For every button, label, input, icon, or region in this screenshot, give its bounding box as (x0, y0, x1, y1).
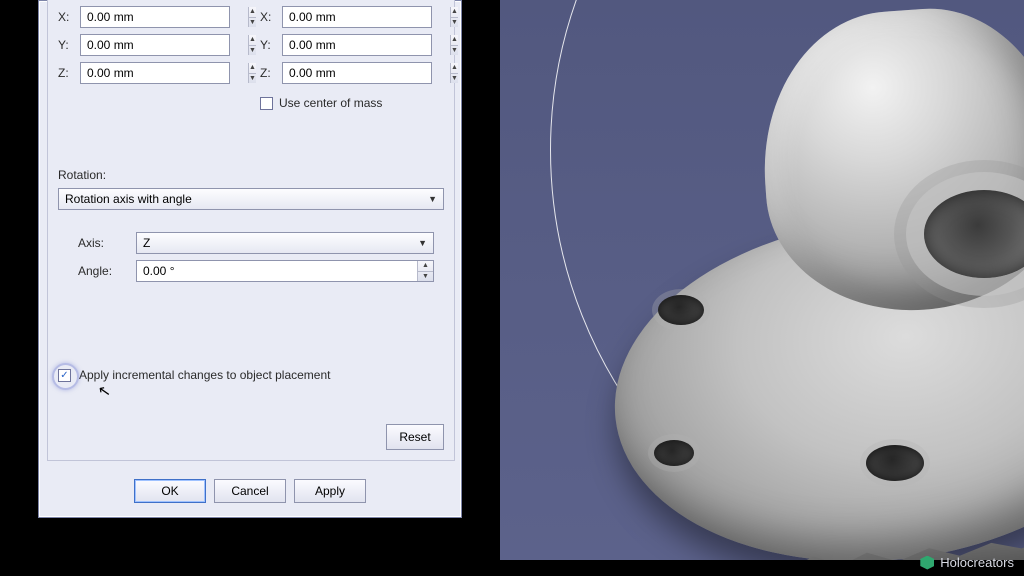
spin-down-icon[interactable]: ▼ (249, 18, 256, 28)
translation-col-left: X: ▲▼ Y: ▲▼ Z: (58, 6, 230, 110)
z-label: Z: (58, 66, 74, 80)
y-label: Y: (58, 38, 74, 52)
cancel-button[interactable]: Cancel (214, 479, 286, 503)
chevron-down-icon: ▼ (418, 238, 427, 248)
y-label: Y: (260, 38, 276, 52)
spin-up-icon[interactable]: ▲ (451, 7, 458, 18)
reset-button[interactable]: Reset (386, 424, 444, 450)
ok-button[interactable]: OK (134, 479, 206, 503)
apply-button[interactable]: Apply (294, 479, 366, 503)
rotation-label: Rotation: (58, 168, 444, 182)
click-halo (52, 363, 79, 390)
mesh-hole (866, 445, 924, 481)
reset-label: Reset (399, 430, 430, 444)
spin-down-icon[interactable]: ▼ (418, 272, 433, 282)
x-label: X: (260, 10, 276, 24)
spin-up-icon[interactable]: ▲ (451, 63, 458, 74)
rotation-mode-combo[interactable]: Rotation axis with angle ▼ (58, 188, 444, 210)
apply-label: Apply (315, 484, 345, 498)
x-left-value[interactable] (81, 7, 248, 27)
angle-input[interactable]: ▲▼ (136, 260, 434, 282)
axis-label: Axis: (78, 236, 122, 250)
watermark: Holocreators (920, 555, 1014, 570)
incremental-label: Apply incremental changes to object plac… (79, 368, 330, 382)
spin-up-icon[interactable]: ▲ (249, 35, 256, 46)
spin-up-icon[interactable]: ▲ (249, 7, 256, 18)
angle-label: Angle: (78, 264, 122, 278)
bottom-bar (0, 560, 1024, 576)
spin-down-icon[interactable]: ▼ (451, 74, 458, 84)
x-left-input[interactable]: ▲▼ (80, 6, 230, 28)
dialog-button-bar: OK Cancel Apply (39, 479, 461, 503)
z-left-input[interactable]: ▲▼ (80, 62, 230, 84)
incremental-checkbox[interactable]: ✓ (58, 369, 71, 382)
cancel-label: Cancel (231, 484, 268, 498)
x-right-input[interactable]: ▲▼ (282, 6, 432, 28)
mesh-hole (658, 295, 704, 325)
z-right-input[interactable]: ▲▼ (282, 62, 432, 84)
translation-col-right: X: ▲▼ Y: ▲▼ Z: (260, 6, 432, 110)
angle-value[interactable] (137, 261, 417, 281)
x-right-value[interactable] (283, 7, 450, 27)
ok-label: OK (161, 484, 178, 498)
chevron-down-icon: ▼ (428, 194, 437, 204)
placement-dialog: X: ▲▼ Y: ▲▼ Z: (38, 0, 462, 518)
spin-down-icon[interactable]: ▼ (451, 46, 458, 56)
spin-down-icon[interactable]: ▼ (249, 74, 256, 84)
viewport-3d[interactable] (500, 0, 1024, 560)
mesh-hole (654, 440, 694, 466)
y-left-input[interactable]: ▲▼ (80, 34, 230, 56)
x-label: X: (58, 10, 74, 24)
y-left-value[interactable] (81, 35, 248, 55)
use-center-label: Use center of mass (279, 96, 382, 110)
watermark-text: Holocreators (940, 555, 1014, 570)
spin-down-icon[interactable]: ▼ (249, 46, 256, 56)
z-right-value[interactable] (283, 63, 450, 83)
use-center-checkbox[interactable] (260, 97, 273, 110)
z-left-value[interactable] (81, 63, 248, 83)
spin-up-icon[interactable]: ▲ (418, 261, 433, 272)
z-label: Z: (260, 66, 276, 80)
spin-down-icon[interactable]: ▼ (451, 18, 458, 28)
holocreators-logo-icon (920, 556, 934, 570)
rotation-mode-value: Rotation axis with angle (65, 192, 192, 206)
y-right-input[interactable]: ▲▼ (282, 34, 432, 56)
placement-panel: X: ▲▼ Y: ▲▼ Z: (47, 0, 455, 461)
axis-combo[interactable]: Z ▼ (136, 232, 434, 254)
axis-value: Z (143, 236, 150, 250)
spin-up-icon[interactable]: ▲ (249, 63, 256, 74)
y-right-value[interactable] (283, 35, 450, 55)
cursor-icon: ↖ (97, 381, 113, 401)
spin-up-icon[interactable]: ▲ (451, 35, 458, 46)
